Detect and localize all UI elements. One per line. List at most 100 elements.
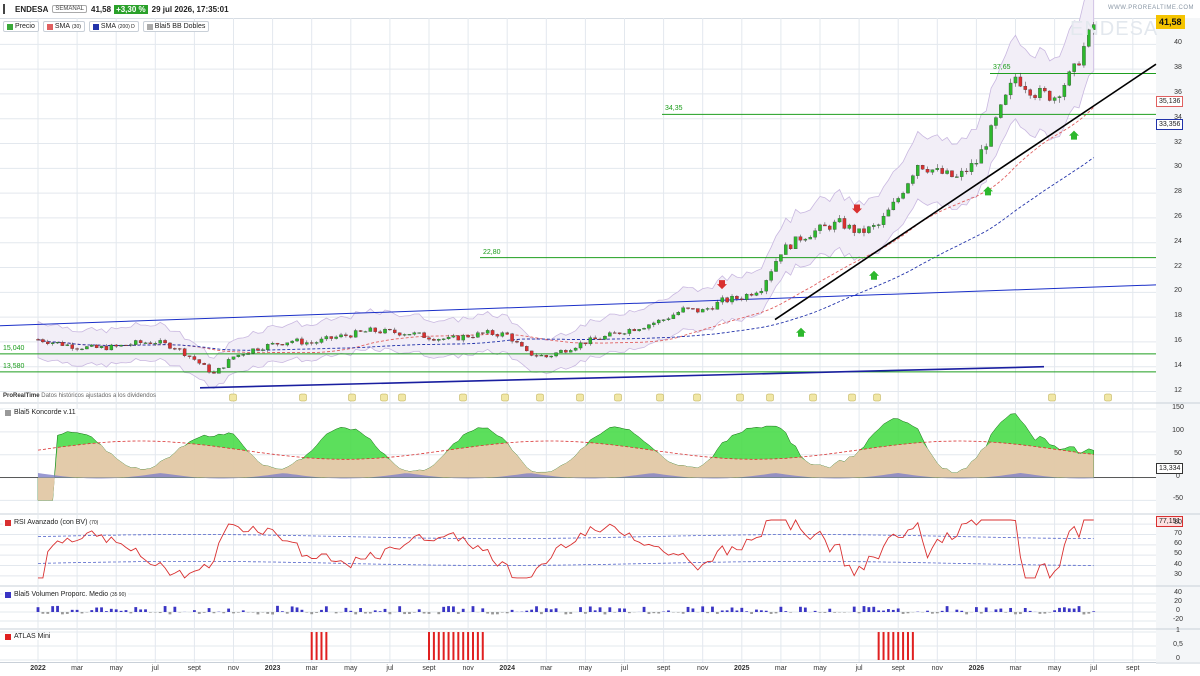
candle-body: [339, 335, 342, 337]
volume-bar: [144, 609, 147, 612]
volume-bar: [853, 607, 856, 612]
koncorde-tick-label: 50: [1156, 450, 1200, 457]
candle-body: [403, 334, 406, 335]
candle-body: [706, 308, 709, 309]
candle-body: [295, 339, 298, 341]
volume-bar: [423, 612, 426, 614]
volume-bar: [1009, 608, 1012, 612]
candle-body: [906, 183, 909, 193]
volume-bar: [1063, 607, 1066, 612]
legend-item[interactable]: Blai5 BB Dobles: [143, 21, 210, 32]
volume-bar: [173, 607, 176, 612]
dividend-marker-icon: [460, 394, 467, 401]
candle-body: [647, 325, 650, 328]
x-tick-label: mar: [306, 665, 318, 672]
volume-bar: [789, 612, 792, 613]
candle-body: [110, 345, 113, 350]
volume-bar: [398, 606, 401, 612]
koncorde-title[interactable]: Blai5 Koncorde v.11: [3, 409, 78, 416]
volume-bar: [819, 612, 822, 613]
volume-bar: [892, 610, 895, 612]
volume-bar: [1087, 612, 1090, 614]
legend-item[interactable]: SMA(30): [43, 21, 85, 32]
candle-body: [818, 225, 821, 231]
candle-body: [315, 342, 318, 343]
volume-bar: [66, 612, 69, 614]
candle-body: [887, 210, 890, 216]
atlas-tick-label: 1: [1156, 627, 1200, 634]
candle-body: [1073, 64, 1076, 72]
candle-body: [100, 346, 103, 348]
price-tick-label: 18: [1156, 312, 1200, 319]
legend-swatch: [47, 24, 53, 30]
volume-bar: [1029, 611, 1032, 612]
candle-body: [872, 225, 875, 226]
candle-body: [535, 355, 538, 356]
volume-bar: [599, 607, 602, 612]
volume-bar: [604, 612, 607, 614]
rsi-tick-label: 70: [1156, 530, 1200, 537]
candle-body: [237, 355, 240, 357]
volume-bar: [125, 610, 128, 612]
volume-bar: [613, 612, 616, 613]
price-tick-label: 24: [1156, 238, 1200, 245]
legend-param: (200) D: [118, 24, 135, 30]
candle-body: [897, 198, 900, 202]
candle-body: [203, 363, 206, 364]
candle-body: [325, 336, 328, 338]
candle-body: [784, 245, 787, 255]
volume-bar: [775, 612, 778, 613]
dividend-marker-icon: [349, 394, 356, 401]
volume-bar: [1019, 612, 1022, 614]
volume-bar: [281, 611, 284, 612]
candle-body: [652, 323, 655, 325]
candle-body: [828, 226, 831, 229]
rsi-title[interactable]: RSI Avanzado (con BV)(70): [3, 519, 100, 526]
volume-bar: [897, 608, 900, 612]
x-tick-label: nov: [932, 665, 943, 672]
candle-body: [501, 333, 504, 337]
candle-body: [139, 340, 142, 342]
candle-body: [242, 355, 245, 356]
volume-bar: [858, 612, 861, 613]
atlas-signal-bar: [443, 632, 445, 660]
candle-body: [486, 330, 489, 333]
volume-bar: [95, 608, 98, 612]
x-tick-label: may: [344, 665, 357, 672]
volume-bar: [872, 607, 875, 612]
chart-canvas[interactable]: [0, 0, 1200, 675]
candle-body: [574, 348, 577, 350]
volume-bar: [784, 611, 787, 612]
volume-bar: [716, 612, 719, 614]
volume-tick-label: 40: [1156, 589, 1200, 596]
legend-label: Precio: [15, 23, 35, 30]
volume-bar: [208, 608, 211, 612]
candle-body: [374, 328, 377, 332]
candle-body: [90, 345, 93, 347]
candle-body: [66, 345, 69, 346]
candle-body: [452, 336, 455, 337]
atlas-signal-bar: [472, 632, 474, 660]
volume-bar: [457, 612, 460, 614]
legend-item[interactable]: Precio: [3, 21, 39, 32]
volume-bar: [51, 606, 54, 612]
candle-body: [335, 337, 338, 339]
volume-bar: [1058, 608, 1061, 612]
candle-body: [1033, 95, 1036, 97]
candle-body: [911, 176, 914, 184]
x-tick-label: mar: [1009, 665, 1021, 672]
atlas-title[interactable]: ATLAS Mini: [3, 633, 52, 640]
dividend-marker-icon: [502, 394, 509, 401]
candle-body: [144, 343, 147, 344]
volume-bar: [379, 611, 382, 612]
legend-label: SMA: [101, 23, 116, 30]
volume-bar: [579, 607, 582, 612]
volume-bar: [1083, 612, 1086, 614]
legend-item[interactable]: SMA(200) D: [89, 21, 139, 32]
candle-body: [858, 229, 861, 233]
dividend-marker-icon: [381, 394, 388, 401]
x-tick-label: 2023: [265, 665, 281, 672]
volume-title[interactable]: Blai5 Volumen Proporc. Medio(35 90): [3, 591, 128, 598]
candle-body: [941, 168, 944, 173]
volume-bar: [1053, 610, 1056, 612]
